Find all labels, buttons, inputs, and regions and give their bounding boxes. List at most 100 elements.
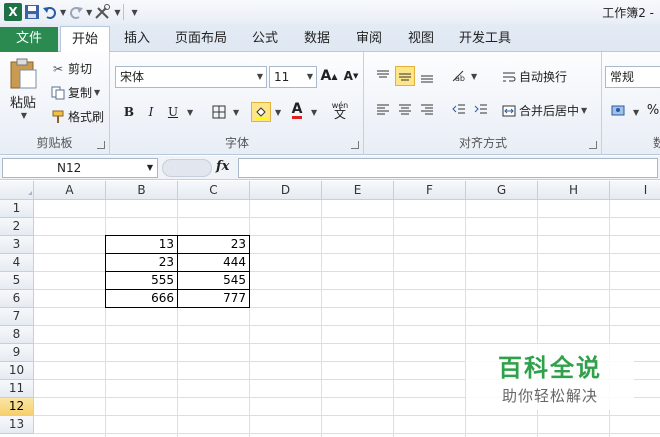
- font-color-dropdown-icon[interactable]: ▼: [311, 108, 317, 117]
- tab-developer[interactable]: 开发工具: [452, 26, 518, 52]
- insert-function-icon[interactable]: fx: [216, 159, 229, 174]
- underline-dropdown-icon[interactable]: ▼: [187, 108, 193, 117]
- align-middle-icon[interactable]: [395, 66, 415, 86]
- column-header-f[interactable]: F: [394, 181, 466, 200]
- increase-indent-icon[interactable]: [471, 100, 491, 120]
- column-header-h[interactable]: H: [538, 181, 610, 200]
- save-icon[interactable]: [24, 2, 40, 22]
- format-painter-button[interactable]: 格式刷: [50, 108, 104, 125]
- row-header-3[interactable]: 3: [0, 236, 34, 254]
- fill-color-dropdown-icon[interactable]: ▼: [275, 108, 281, 117]
- copy-dropdown-icon[interactable]: ▼: [94, 88, 100, 97]
- cell-b5[interactable]: 555: [105, 271, 178, 290]
- row-header-5[interactable]: 5: [0, 272, 34, 290]
- font-size-select[interactable]: 11 ▼: [269, 66, 317, 88]
- column-header-b[interactable]: B: [106, 181, 178, 200]
- orientation-dropdown-icon[interactable]: ▼: [471, 72, 477, 81]
- column-header-c[interactable]: C: [178, 181, 250, 200]
- cell-b4[interactable]: 23: [105, 253, 178, 272]
- redo-icon[interactable]: ▼: [68, 2, 92, 22]
- clipboard-launcher-icon[interactable]: [97, 141, 105, 149]
- row-header-4[interactable]: 4: [0, 254, 34, 272]
- alignment-group-label: 对齐方式: [458, 136, 507, 150]
- formula-bar-splitter[interactable]: [162, 159, 212, 177]
- paste-dropdown-icon[interactable]: ▼: [21, 111, 27, 120]
- column-header-a[interactable]: A: [34, 181, 106, 200]
- percent-icon[interactable]: %: [643, 100, 660, 120]
- number-format-select[interactable]: 常规: [605, 66, 660, 88]
- chevron-down-icon: ▼: [256, 72, 263, 81]
- chevron-down-icon: ▼: [306, 72, 313, 81]
- font-color-icon[interactable]: A: [287, 100, 307, 120]
- row-header-9[interactable]: 9: [0, 344, 34, 362]
- column-header-e[interactable]: E: [322, 181, 394, 200]
- column-header-i[interactable]: I: [610, 181, 660, 200]
- orientation-icon[interactable]: ab: [449, 66, 469, 86]
- cell-c4[interactable]: 444: [177, 253, 250, 272]
- borders-dropdown-icon[interactable]: ▼: [233, 108, 239, 117]
- name-box[interactable]: N12 ▼: [2, 158, 158, 178]
- cut-button[interactable]: ✂ 剪切: [50, 60, 92, 77]
- wrap-text-button[interactable]: 自动换行: [501, 68, 567, 85]
- row-header-12[interactable]: 12: [0, 398, 34, 416]
- phonetic-icon[interactable]: wén 文: [327, 100, 353, 120]
- decrease-indent-icon[interactable]: [449, 100, 469, 120]
- merge-center-label: 合并后居中: [519, 104, 580, 118]
- align-center-icon[interactable]: [395, 100, 415, 120]
- tools-icon[interactable]: ▼: [94, 2, 120, 22]
- tab-view[interactable]: 视图: [400, 26, 442, 52]
- chevron-down-icon: ▼: [146, 163, 153, 172]
- row-header-11[interactable]: 11: [0, 380, 34, 398]
- watermark: 百科全说 助你轻松解决: [466, 344, 634, 410]
- align-left-icon[interactable]: [373, 100, 393, 120]
- row-header-6[interactable]: 6: [0, 290, 34, 308]
- number-group-label: 数: [653, 136, 660, 150]
- underline-icon[interactable]: U: [163, 102, 183, 122]
- merge-center-button[interactable]: 合并后居中 ▼: [501, 102, 587, 119]
- row-header-1[interactable]: 1: [0, 200, 34, 218]
- title-bar: X ▼ ▼ ▼ ▼ 工作簿2 -: [0, 0, 660, 24]
- bold-icon[interactable]: B: [119, 102, 139, 122]
- cell-c3[interactable]: 23: [177, 235, 250, 254]
- cell-c5[interactable]: 545: [177, 271, 250, 290]
- align-top-icon[interactable]: [373, 66, 393, 86]
- align-right-icon[interactable]: [417, 100, 437, 120]
- select-all-corner[interactable]: [0, 181, 34, 200]
- grow-font-icon[interactable]: A ▲: [319, 66, 339, 86]
- tab-insert[interactable]: 插入: [114, 26, 160, 52]
- accounting-dropdown-icon[interactable]: ▼: [633, 108, 639, 117]
- tab-review[interactable]: 审阅: [348, 26, 390, 52]
- shrink-font-icon[interactable]: A ▼: [341, 66, 361, 86]
- svg-text:ab: ab: [455, 74, 465, 83]
- merge-dropdown-icon[interactable]: ▼: [581, 106, 587, 115]
- excel-logo-icon: X: [4, 3, 22, 21]
- font-launcher-icon[interactable]: [351, 141, 359, 149]
- cell-b3[interactable]: 13: [105, 235, 178, 254]
- customize-toolbar-icon[interactable]: ▼: [129, 2, 137, 22]
- cell-b6[interactable]: 666: [105, 289, 178, 308]
- accounting-format-icon[interactable]: [609, 100, 629, 120]
- row-header-7[interactable]: 7: [0, 308, 34, 326]
- alignment-launcher-icon[interactable]: [589, 141, 597, 149]
- row-header-2[interactable]: 2: [0, 218, 34, 236]
- tab-home[interactable]: 开始: [60, 26, 110, 53]
- paste-button[interactable]: 粘贴 ▼: [8, 58, 38, 120]
- borders-icon[interactable]: [209, 102, 229, 122]
- cell-c6[interactable]: 777: [177, 289, 250, 308]
- row-header-10[interactable]: 10: [0, 362, 34, 380]
- fill-color-icon[interactable]: [251, 102, 271, 122]
- copy-button[interactable]: 复制 ▼: [50, 84, 100, 101]
- align-bottom-icon[interactable]: [417, 66, 437, 86]
- column-header-d[interactable]: D: [250, 181, 322, 200]
- formula-input[interactable]: [238, 158, 658, 178]
- row-header-8[interactable]: 8: [0, 326, 34, 344]
- tab-page-layout[interactable]: 页面布局: [168, 26, 234, 52]
- tab-data[interactable]: 数据: [296, 26, 338, 52]
- tab-file[interactable]: 文件: [0, 27, 58, 52]
- font-name-select[interactable]: 宋体 ▼: [115, 66, 267, 88]
- column-header-g[interactable]: G: [466, 181, 538, 200]
- undo-icon[interactable]: ▼: [42, 2, 66, 22]
- tab-formulas[interactable]: 公式: [244, 26, 286, 52]
- row-header-13[interactable]: 13: [0, 416, 34, 434]
- italic-icon[interactable]: I: [141, 102, 161, 122]
